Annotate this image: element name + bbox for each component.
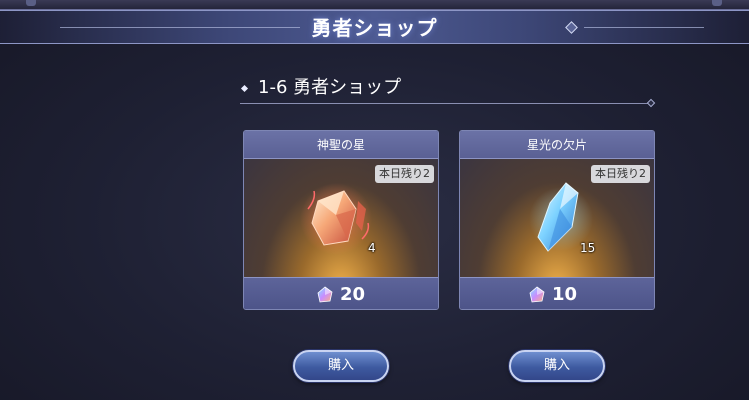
item-price: 20 [340,284,366,305]
buy-button[interactable]: 購入 [293,350,389,382]
price-bar: 10 [460,277,654,309]
buy-button[interactable]: 購入 [509,350,605,382]
top-frame [0,0,749,10]
daily-limit-badge: 本日残り2 [591,165,650,183]
section-heading: 1-6 勇者ショップ [240,76,656,108]
frame-ornament [26,0,36,6]
item-name: 神聖の星 [244,131,438,159]
item-quantity: 4 [368,241,376,255]
bullet-icon [240,84,249,93]
section-title: 1-6 勇者ショップ [258,77,402,98]
item-name: 星光の欠片 [460,131,654,159]
divider [240,103,650,104]
prism-gem-icon [529,286,545,303]
frame-ornament [712,0,722,6]
shop-item-card[interactable]: 星光の欠片 本日残り2 15 10 [459,130,655,310]
daily-limit-badge: 本日残り2 [375,165,434,183]
item-display: 本日残り2 15 [460,159,654,277]
shop-item-card[interactable]: 神聖の星 本日残り2 4 20 [243,130,439,310]
price-bar: 20 [244,277,438,309]
prism-gem-icon [317,286,333,303]
diamond-ornament-icon [646,98,656,108]
page-title: 勇者ショップ [311,16,438,40]
item-quantity: 15 [580,241,596,255]
item-display: 本日残り2 4 [244,159,438,277]
header-banner: 勇者ショップ [0,10,749,44]
holy-star-crystal-icon [300,183,372,255]
item-price: 10 [552,284,578,305]
